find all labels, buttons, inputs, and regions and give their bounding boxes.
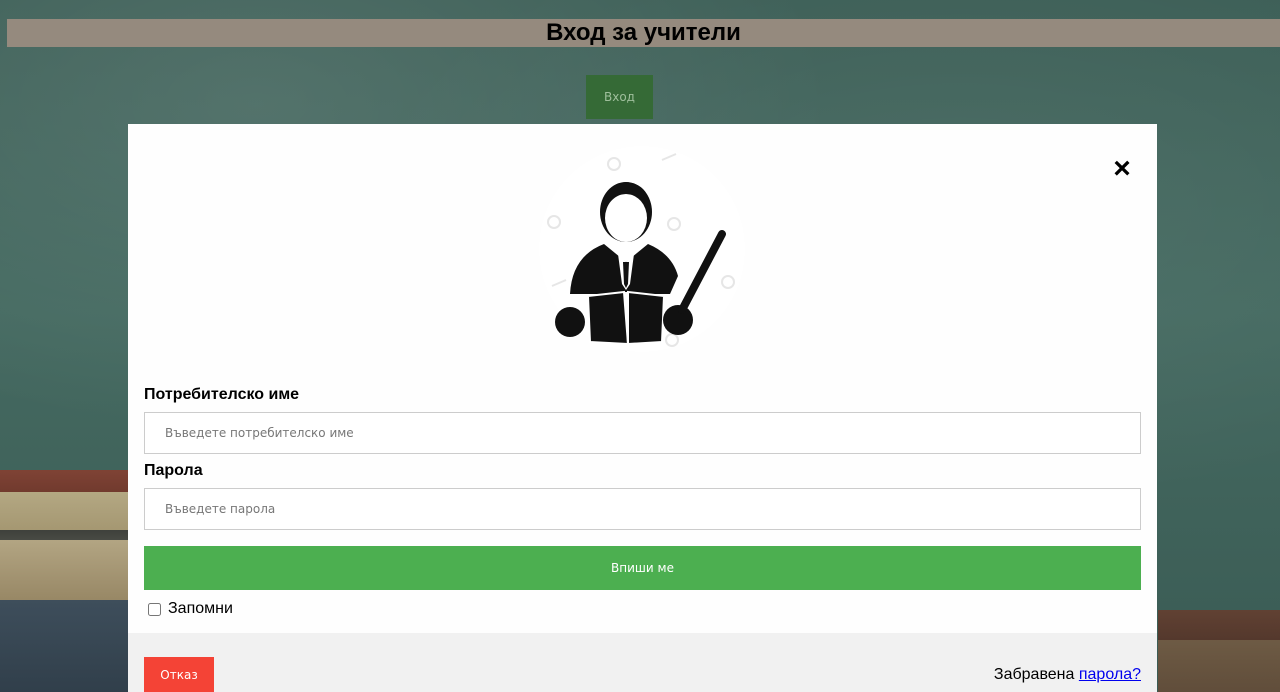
forgot-text: Забравена [993,666,1075,683]
password-label: Парола [144,462,203,479]
forgot-password: Забравена парола? [994,666,1141,684]
page-header: Вход за учители [7,19,1280,47]
username-label: Потребителско име [144,386,300,403]
remember-me: Запомни [148,600,233,618]
login-submit-button[interactable]: Впиши ме [144,546,1141,590]
remember-checkbox[interactable] [148,602,161,616]
cancel-button[interactable]: Отказ [144,657,214,692]
avatar [532,144,752,354]
password-input[interactable] [144,488,1141,530]
page-title: Вход за учители [546,19,741,46]
modal-footer: Отказ Забравена парола? [128,633,1157,692]
teacher-icon [539,146,745,352]
open-login-button[interactable]: Вход [586,75,653,119]
username-input[interactable] [144,412,1141,454]
forgot-password-link[interactable]: парола? [1079,666,1141,683]
background-books [0,470,128,692]
close-icon[interactable]: × [1110,154,1134,184]
login-modal: × Потребителско име Въведете потребителс… [128,124,1157,692]
background-shelf [1158,610,1280,692]
remember-label: Запомни [168,600,233,617]
